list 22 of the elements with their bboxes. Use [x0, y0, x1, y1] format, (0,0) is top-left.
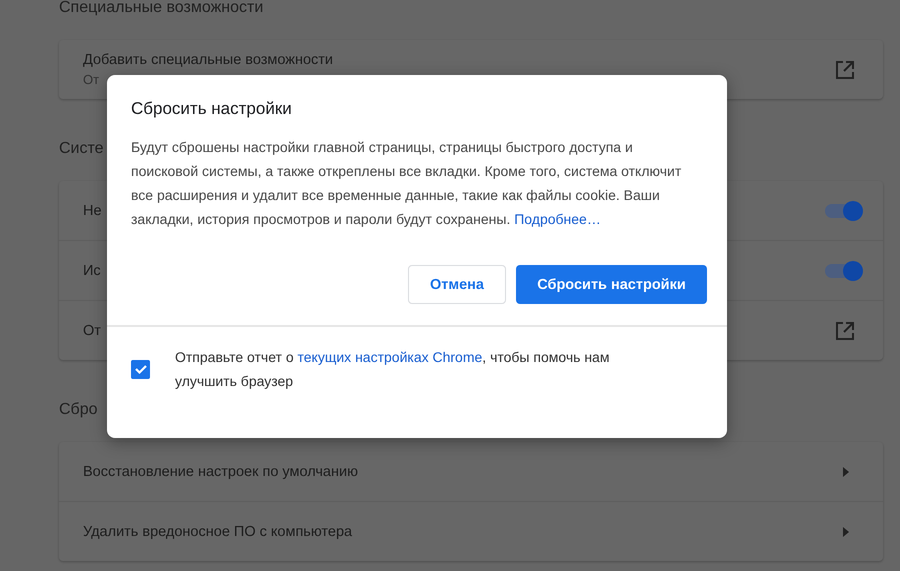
- arrow-right-icon[interactable]: [843, 466, 849, 476]
- dialog-message: Будут сброшены настройки главной страницы, страницы быстрого доступа и поисковой системы, а также откреплены все вкладки. Кроме того, система отключит все расширения и удалит все временные данные, такие как файлы cookie. Ваши закладки, история просмотров и пароли будут сохранены. Подробнее…: [131, 138, 682, 229]
- arrow-right-icon[interactable]: [843, 526, 849, 536]
- section-title: Систе: [59, 141, 104, 157]
- setting-label: Удалить вредоносное ПО с компьютера: [83, 524, 352, 540]
- reset-button[interactable]: Сбросить настройки: [516, 265, 707, 304]
- cancel-button[interactable]: Отмена: [408, 265, 506, 304]
- report-message: Отправьте отчет о текущих настройках Chrome, чтобы помочь нам улучшить браузер: [175, 348, 610, 391]
- setting-label: Восстановление настроек по умолчанию: [83, 464, 358, 480]
- section-title: Специальные возможности: [59, 0, 264, 16]
- external-link-icon[interactable]: [835, 320, 855, 340]
- external-link-icon[interactable]: [835, 60, 855, 80]
- checkmark-icon: [134, 362, 148, 376]
- checkbox[interactable]: [131, 360, 150, 378]
- current-settings-link[interactable]: текущих настройках Chrome: [298, 349, 482, 365]
- section-title: Сбро: [59, 402, 98, 418]
- setting-label: Добавить специальные возможности: [83, 52, 334, 68]
- learn-more-link[interactable]: Подробнее…: [514, 211, 601, 227]
- dialog-title: Сбросить настройки: [130, 98, 293, 119]
- setting-label: От: [83, 322, 101, 338]
- setting-label: Не: [83, 202, 102, 218]
- setting-label: Ис: [83, 262, 101, 278]
